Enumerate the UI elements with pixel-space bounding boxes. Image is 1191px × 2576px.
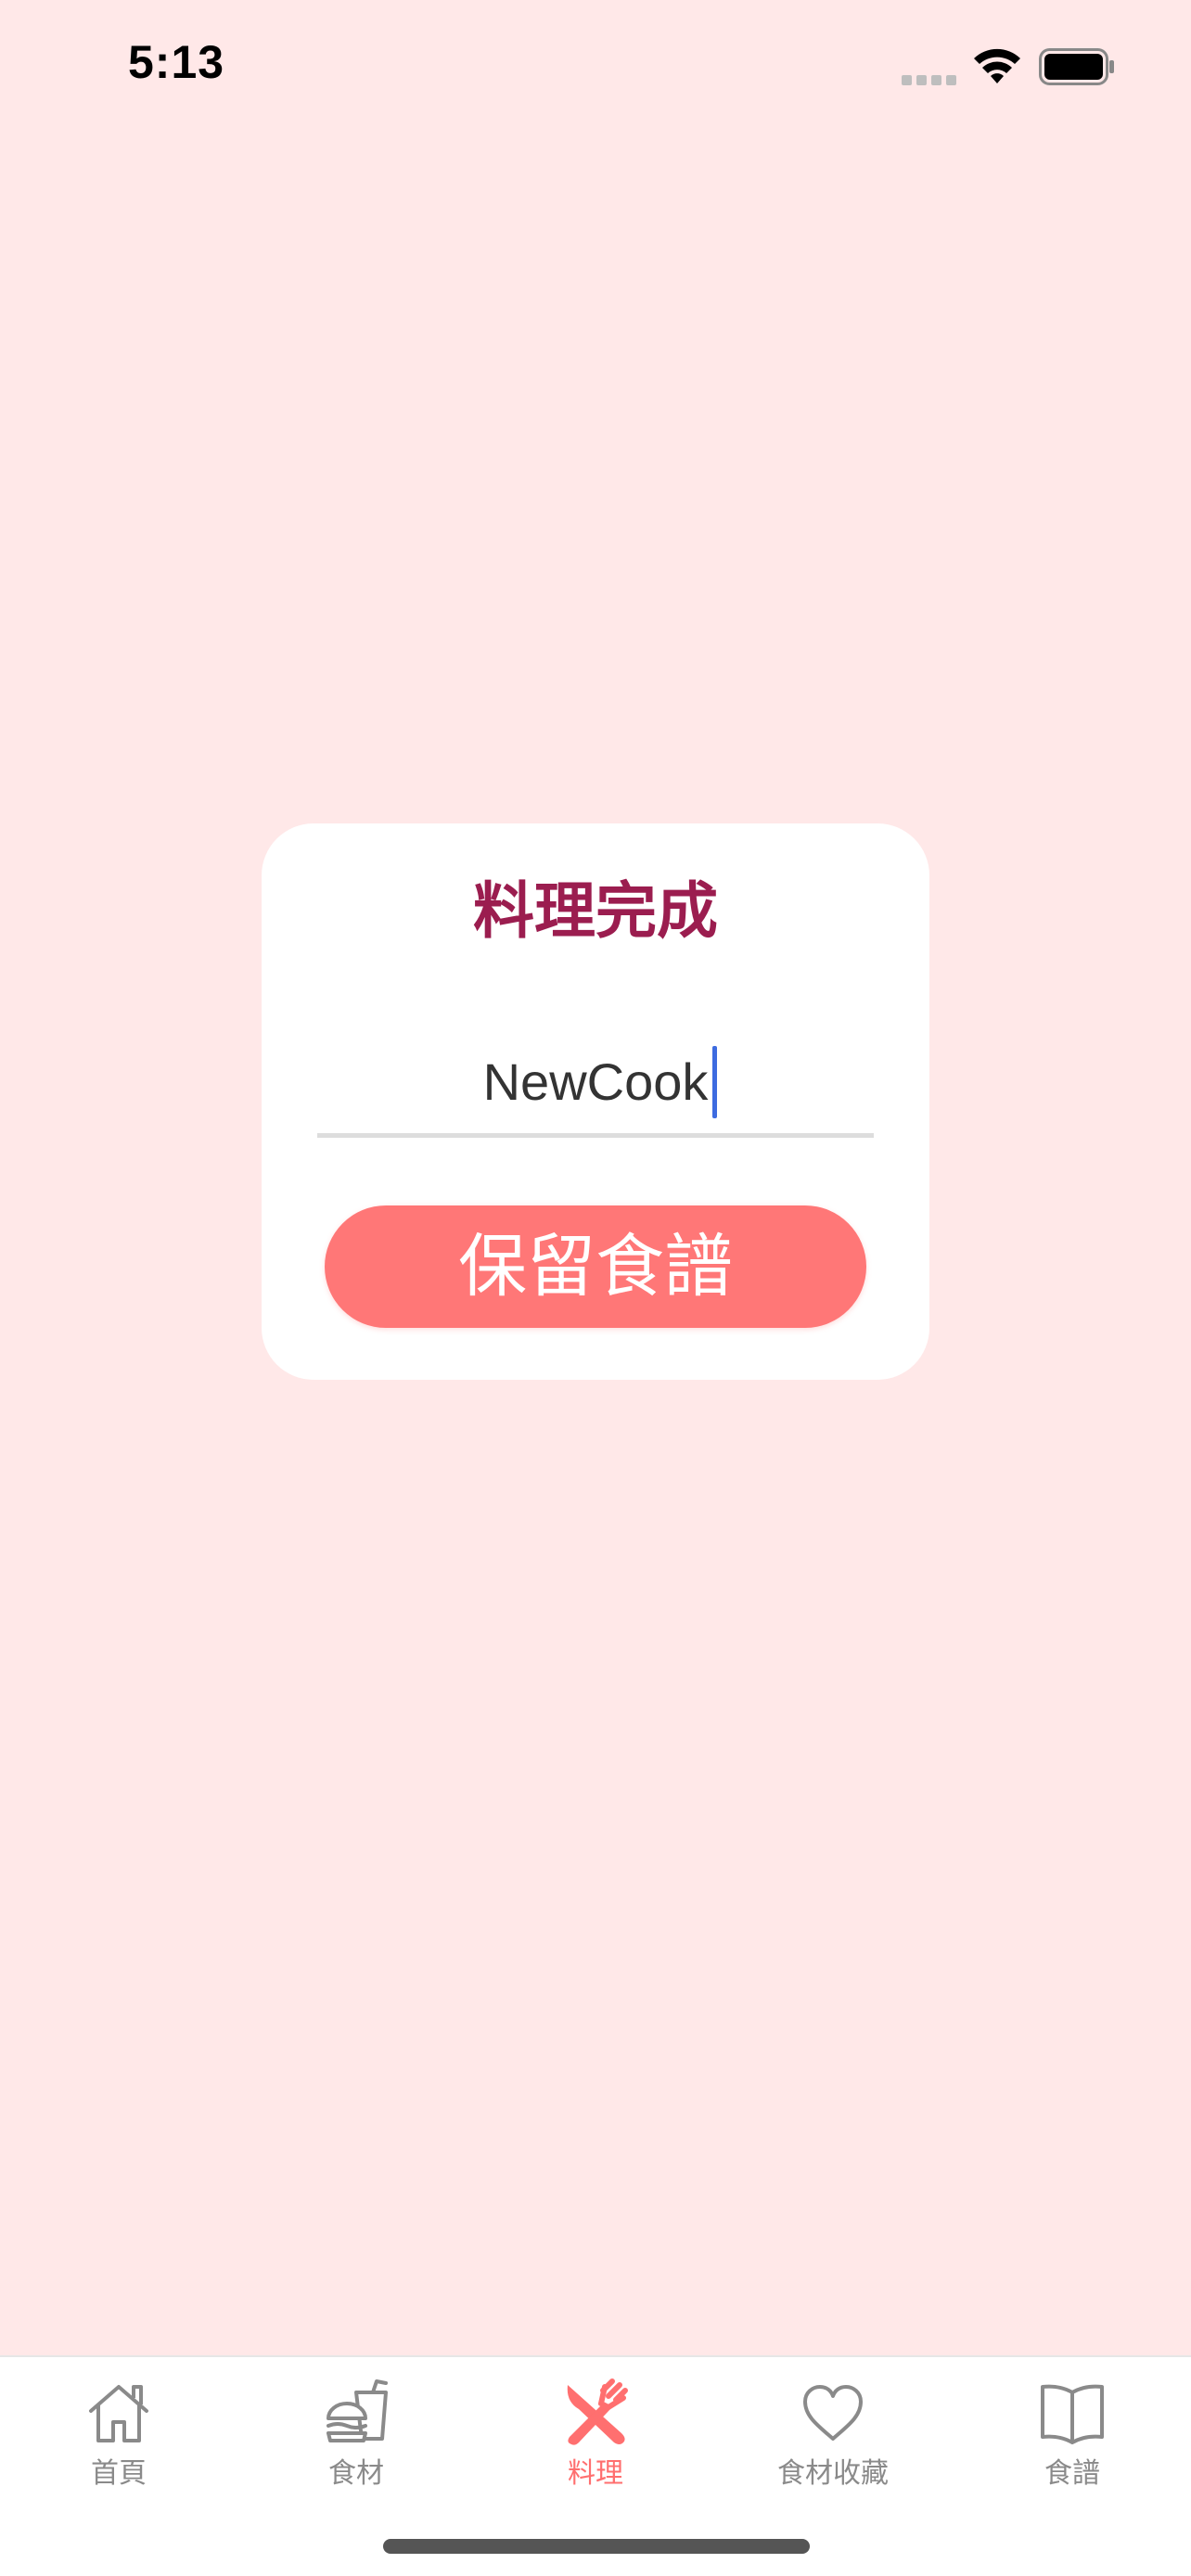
tab-cooking[interactable]: 料理 (477, 2357, 714, 2506)
food-icon (327, 2379, 388, 2442)
status-time: 5:13 (128, 36, 225, 88)
recipe-name-input[interactable] (317, 1035, 874, 1128)
tab-recipes-label: 食譜 (1044, 2457, 1100, 2490)
save-recipe-button[interactable]: 保留食譜 (325, 1205, 866, 1328)
dialog-title: 料理完成 (473, 875, 718, 947)
wifi-icon (974, 48, 1020, 83)
heart-icon (803, 2385, 863, 2441)
tab-ingredients[interactable]: 食材 (237, 2357, 475, 2506)
tab-recipes[interactable]: 食譜 (954, 2357, 1191, 2506)
tab-favorites-label: 食材收藏 (777, 2457, 889, 2490)
book-icon (1041, 2384, 1104, 2444)
tab-cooking-label: 料理 (568, 2457, 623, 2490)
battery-icon (1039, 48, 1114, 85)
finish-cooking-dialog: 料理完成 保留食譜 (262, 823, 929, 1380)
home-indicator[interactable] (383, 2539, 810, 2554)
home-icon (89, 2385, 148, 2442)
utensils-icon (567, 2378, 628, 2445)
input-underline (317, 1133, 874, 1138)
tab-ingredients-label: 食材 (328, 2457, 384, 2490)
screen: 5:13 料理完成 保留食譜 首頁 (0, 0, 1191, 2576)
text-cursor (712, 1046, 717, 1118)
cellular-signal-icon (902, 74, 957, 85)
tab-home[interactable]: 首頁 (0, 2357, 237, 2506)
tab-home-label: 首頁 (91, 2457, 147, 2490)
tab-favorites[interactable]: 食材收藏 (714, 2357, 952, 2506)
